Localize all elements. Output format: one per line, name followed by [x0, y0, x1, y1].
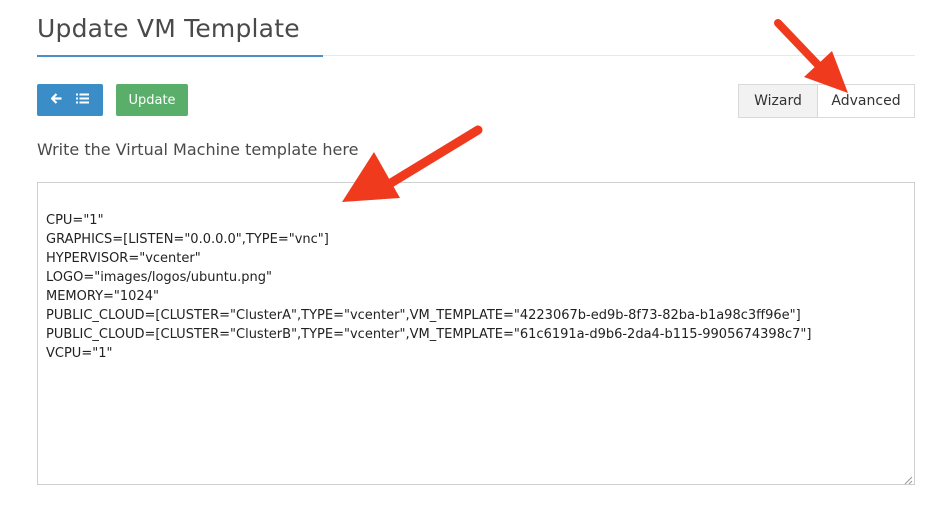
resize-grip-icon[interactable]	[902, 472, 913, 485]
template-textarea[interactable]: CPU="1" GRAPHICS=[LISTEN="0.0.0.0",TYPE=…	[37, 182, 915, 485]
page-title: Update VM Template	[37, 14, 300, 43]
advanced-tab[interactable]: Advanced	[817, 84, 915, 118]
arrow-left-icon	[50, 92, 62, 108]
title-underline	[37, 55, 323, 57]
wizard-tab[interactable]: Wizard	[738, 84, 818, 118]
template-editor-label: Write the Virtual Machine template here	[37, 140, 359, 159]
list-icon	[76, 93, 89, 108]
update-button[interactable]: Update	[116, 84, 188, 116]
back-to-list-button[interactable]	[37, 84, 103, 116]
header-divider	[323, 55, 915, 56]
